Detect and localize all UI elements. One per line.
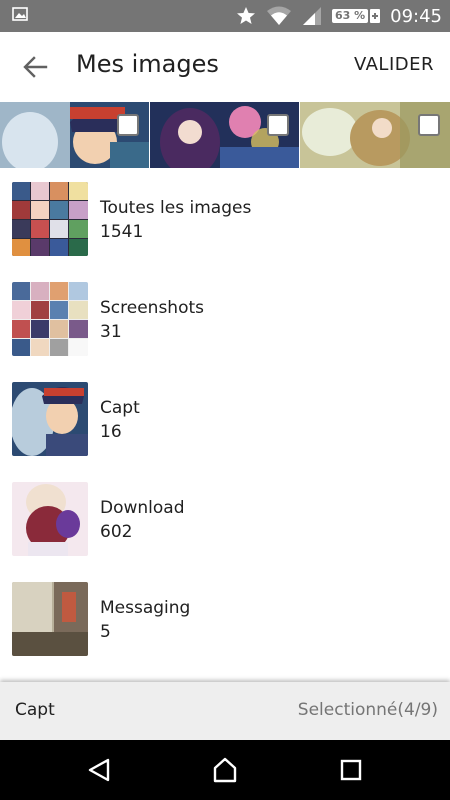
- selection-count-label: Selectionné(4/9): [297, 700, 438, 720]
- back-icon[interactable]: [86, 757, 112, 783]
- current-folder-label: Capt: [15, 700, 55, 720]
- home-icon[interactable]: [212, 757, 238, 783]
- album-collage-image: [12, 282, 88, 356]
- battery-level: 63 %: [331, 9, 369, 23]
- album-cover-image: [12, 582, 88, 656]
- selected-thumbnail[interactable]: [300, 102, 450, 168]
- album-count: 5: [100, 622, 111, 642]
- album-item[interactable]: Capt 16: [0, 368, 450, 468]
- clock: 09:45: [390, 5, 442, 27]
- album-name: Toutes les images: [100, 198, 252, 218]
- album-collage-image: [12, 182, 88, 256]
- album-cover-image: [12, 482, 88, 556]
- checkbox[interactable]: [267, 114, 289, 136]
- album-item[interactable]: Screenshots 31: [0, 268, 450, 368]
- album-name: Messaging: [100, 598, 191, 618]
- status-icons: 63 % 09:45: [236, 0, 442, 32]
- star-icon: [236, 7, 255, 24]
- recents-icon[interactable]: [338, 757, 364, 783]
- album-count: 602: [100, 522, 133, 542]
- image-notification-icon: [12, 7, 28, 21]
- selected-images-strip: [0, 102, 450, 168]
- page-title: Mes images: [76, 50, 219, 78]
- album-count: 16: [100, 422, 122, 442]
- album-name: Capt: [100, 398, 140, 418]
- album-count: 1541: [100, 222, 144, 242]
- checkbox[interactable]: [418, 114, 440, 136]
- album-item[interactable]: Toutes les images 1541: [0, 168, 450, 268]
- checkbox[interactable]: [117, 114, 139, 136]
- album-cover-image: [12, 382, 88, 456]
- selection-info-bar: Capt Selectionné(4/9): [0, 682, 450, 740]
- album-count: 31: [100, 322, 122, 342]
- album-item[interactable]: Download 602: [0, 468, 450, 568]
- app-bar: Mes images VALIDER: [0, 32, 450, 102]
- charging-icon: [370, 9, 381, 23]
- album-name: Download: [100, 498, 185, 518]
- album-name: Screenshots: [100, 298, 205, 318]
- signal-icon: [302, 7, 321, 25]
- album-list: Toutes les images 1541 Screenshots 31 Ca…: [0, 168, 450, 668]
- battery-icon: 63 %: [331, 8, 381, 24]
- system-nav-bar: [0, 740, 450, 800]
- album-item[interactable]: Messaging 5: [0, 568, 450, 668]
- selected-thumbnail[interactable]: [0, 102, 149, 168]
- selected-thumbnail[interactable]: [150, 102, 299, 168]
- status-bar: 63 % 09:45: [0, 0, 450, 32]
- back-arrow-icon[interactable]: [22, 54, 48, 80]
- wifi-icon: [266, 6, 291, 25]
- validate-button[interactable]: VALIDER: [354, 54, 434, 75]
